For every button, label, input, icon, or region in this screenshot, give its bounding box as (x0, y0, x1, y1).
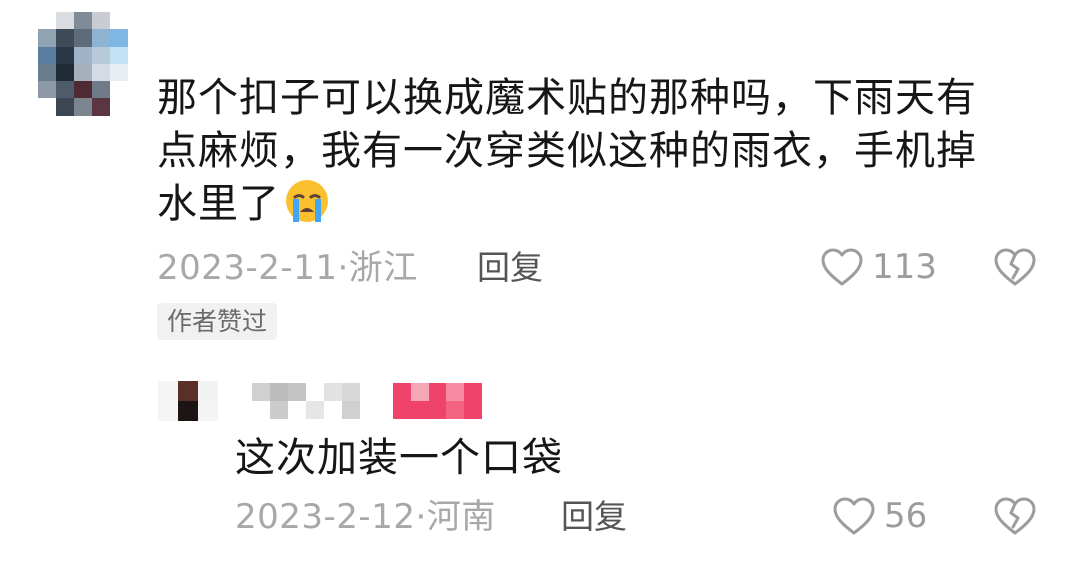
reply-button[interactable]: 回复 (477, 248, 543, 288)
reply-like-count: 56 (884, 496, 928, 536)
comment-text: 那个扣子可以换成魔术贴的那种吗，下雨天有 点麻烦，我有一次穿类似这种的雨衣，手机… (157, 72, 1057, 231)
comment-line: 点麻烦，我有一次穿类似这种的雨衣，手机掉 (157, 128, 977, 174)
reply-text: 这次加装一个口袋 (235, 435, 563, 481)
reply-like-button[interactable]: 56 (832, 496, 927, 536)
reply-date: 2023-2-12 (235, 497, 416, 537)
heart-outline-icon (832, 496, 876, 536)
like-button[interactable]: 113 (820, 247, 937, 287)
replier-avatar[interactable] (158, 381, 218, 421)
author-tag-blurred (393, 383, 482, 419)
replier-username-blurred[interactable] (252, 383, 360, 419)
reply-dislike-button[interactable] (993, 496, 1037, 536)
reply-reply-button[interactable]: 回复 (561, 497, 627, 537)
comment-meta: 2023-2-11·浙江 (157, 248, 418, 288)
comment-line: 水里了 (157, 178, 1057, 231)
comment-line: 那个扣子可以换成魔术贴的那种吗，下雨天有 (157, 75, 977, 121)
comment-date: 2023-2-11 (157, 248, 338, 288)
comment-location: 浙江 (348, 248, 418, 288)
like-count: 113 (872, 247, 937, 287)
broken-heart-icon (993, 496, 1037, 536)
commenter-avatar[interactable] (38, 12, 128, 116)
loudly-crying-face-emoji (284, 178, 330, 224)
broken-heart-icon (993, 247, 1037, 287)
reply-location: 河南 (426, 497, 496, 537)
reply-meta: 2023-2-12·河南 (235, 497, 496, 537)
author-liked-badge: 作者赞过 (157, 303, 278, 340)
dislike-button[interactable] (993, 247, 1037, 287)
heart-outline-icon (820, 247, 864, 287)
